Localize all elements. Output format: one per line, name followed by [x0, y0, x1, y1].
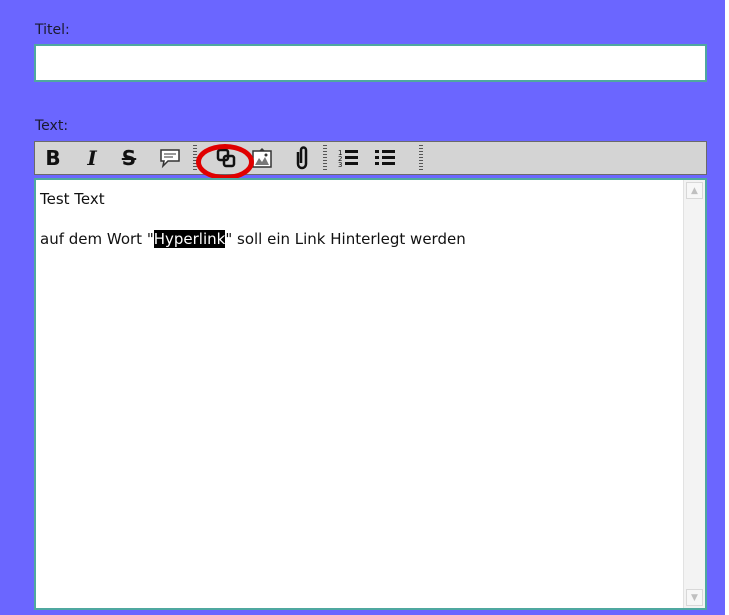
bold-icon: B	[45, 146, 61, 170]
unordered-list-icon	[375, 150, 395, 165]
text-after-selection: " soll ein Link Hinterlegt werden	[225, 230, 466, 248]
ordered-list-icon: 1 2 3	[338, 149, 358, 169]
ordered-list-button[interactable]: 1 2 3	[334, 145, 362, 171]
unordered-list-button[interactable]	[371, 145, 399, 171]
italic-icon: I	[87, 146, 97, 170]
editor-content[interactable]: Test Text auf dem Wort "Hyperlink" soll …	[36, 180, 681, 608]
title-input[interactable]	[34, 44, 707, 82]
text-editor[interactable]: Test Text auf dem Wort "Hyperlink" soll …	[34, 178, 707, 610]
link-button[interactable]	[213, 145, 239, 171]
link-icon	[216, 148, 236, 168]
scroll-down-button[interactable]: ▼	[686, 589, 703, 606]
strikethrough-button[interactable]: S	[116, 145, 142, 171]
vertical-scrollbar[interactable]: ▲ ▼	[683, 180, 705, 608]
toolbar-separator	[193, 145, 197, 171]
strikethrough-icon: S	[121, 146, 137, 170]
editor-line: auf dem Wort "Hyperlink" soll ein Link H…	[40, 229, 677, 249]
editor-line: Test Text	[40, 190, 105, 208]
image-icon	[252, 148, 272, 168]
svg-text:3: 3	[338, 161, 342, 169]
italic-button[interactable]: I	[79, 145, 105, 171]
text-label: Text:	[35, 118, 69, 134]
text-before-selection: auf dem Wort "	[40, 230, 154, 248]
attachment-button[interactable]	[290, 145, 314, 171]
editor-toolbar: B I S 1 2 3	[34, 141, 707, 175]
chevron-down-icon: ▼	[691, 592, 698, 603]
form-panel: Titel: Text: B I S 1 2 3 Test Text auf d…	[0, 0, 725, 615]
image-button[interactable]	[248, 145, 276, 171]
selected-text: Hyperlink	[153, 230, 226, 248]
chevron-up-icon: ▲	[691, 185, 698, 196]
comment-icon	[160, 149, 180, 169]
scroll-up-button[interactable]: ▲	[686, 182, 703, 199]
toolbar-separator	[323, 145, 327, 171]
toolbar-separator	[419, 145, 423, 171]
comment-button[interactable]	[155, 145, 185, 171]
editor-blank-line	[40, 209, 677, 229]
bold-button[interactable]: B	[40, 145, 66, 171]
title-label: Titel:	[35, 22, 70, 38]
attachment-icon	[296, 146, 308, 170]
